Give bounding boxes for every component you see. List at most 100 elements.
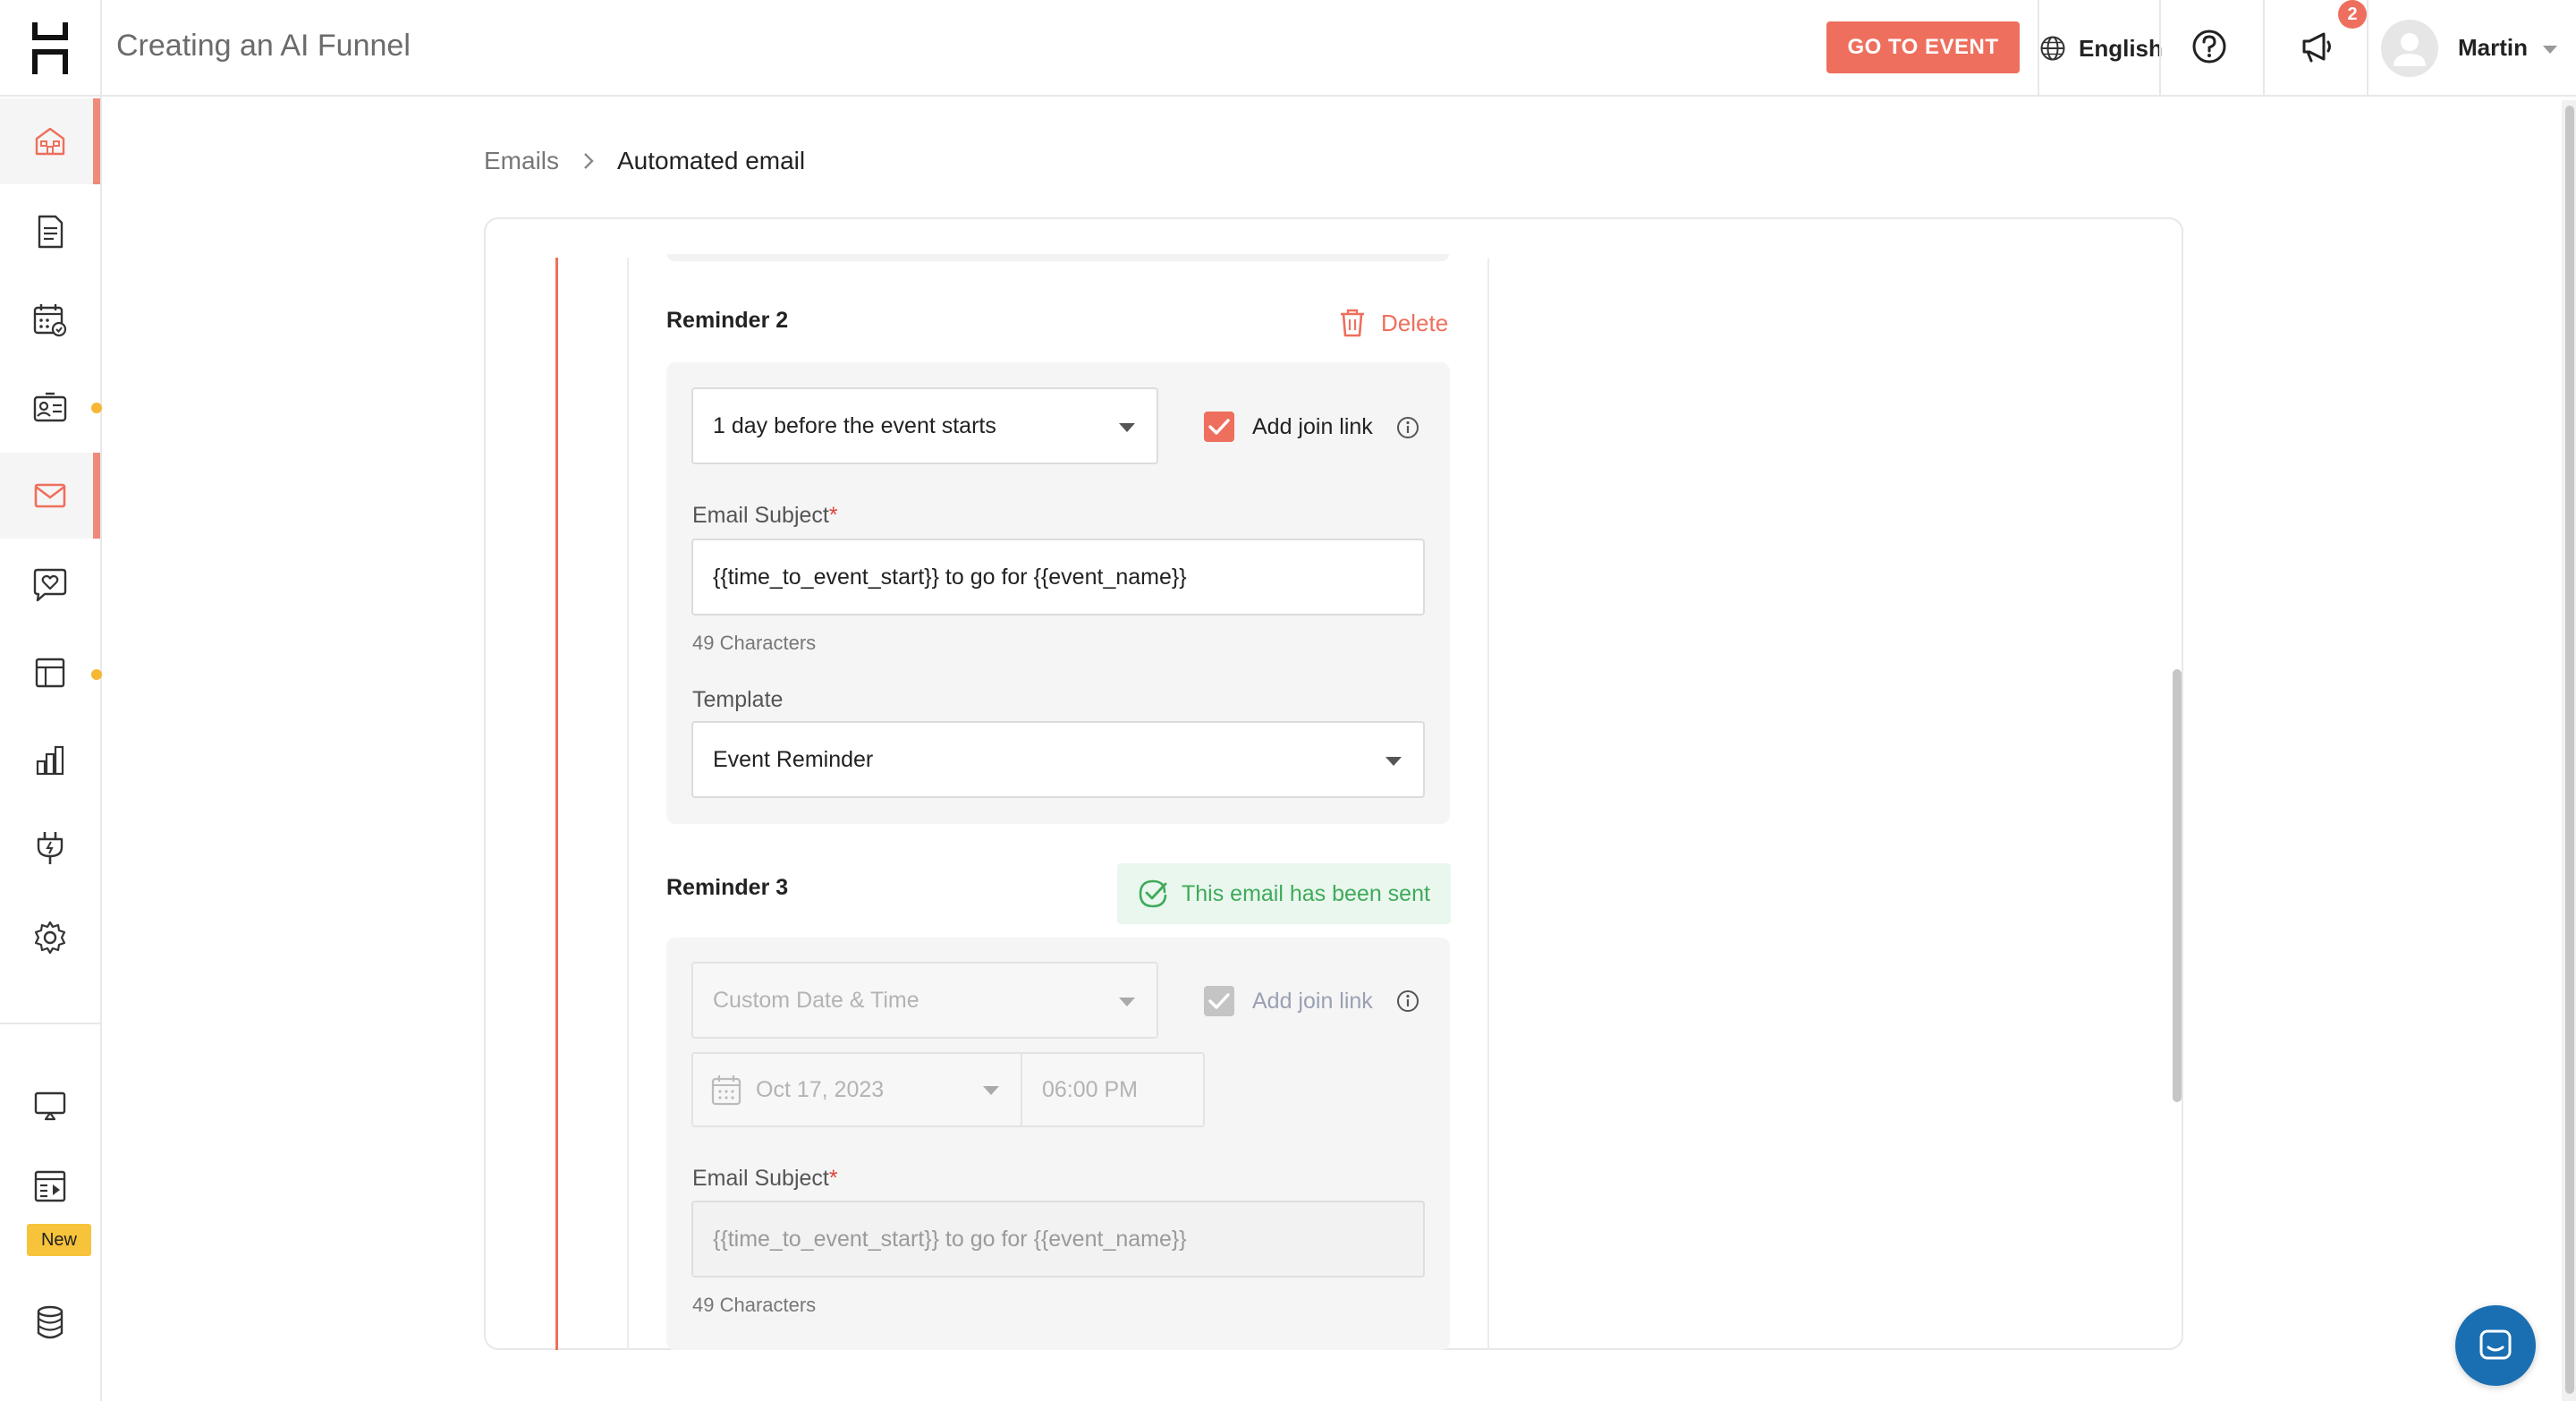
document-icon — [38, 215, 64, 249]
user-icon — [2394, 33, 2426, 66]
caret-down-icon — [983, 1086, 999, 1095]
chat-support-button[interactable] — [2455, 1305, 2536, 1386]
sidebar-item-settings[interactable] — [0, 895, 100, 981]
language-selector[interactable]: English — [2039, 25, 2163, 72]
reminder-3-subject-input: {{time_to_event_start}} to go for {{even… — [691, 1201, 1425, 1278]
required-mark: * — [828, 503, 838, 528]
heart-chat-icon — [33, 568, 67, 602]
home-icon — [35, 127, 65, 156]
sidebar-item-home[interactable] — [0, 98, 100, 184]
reminder-3-title: Reminder 3 — [666, 875, 789, 900]
checkmark-icon — [1208, 993, 1230, 1009]
user-name[interactable]: Martin — [2458, 34, 2528, 62]
reminder-3-timing-select: Custom Date & Time — [691, 962, 1158, 1039]
email-icon — [34, 483, 66, 508]
trash-icon — [1341, 309, 1364, 337]
sidebar: New — [0, 97, 102, 1401]
new-badge: New — [27, 1224, 91, 1256]
presentation-icon — [34, 1091, 66, 1121]
card-scrollbar[interactable] — [2173, 669, 2182, 1102]
contacts-notification-dot — [91, 403, 102, 413]
logo-icon — [32, 22, 68, 74]
divider — [2367, 0, 2368, 97]
sidebar-item-contacts[interactable] — [0, 365, 100, 451]
notification-badge: 2 — [2338, 0, 2367, 29]
timing-value: Custom Date & Time — [713, 987, 919, 1013]
reminder-2-char-count: 49 Characters — [692, 632, 817, 654]
help-button[interactable] — [2190, 27, 2229, 71]
language-label: English — [2079, 34, 2163, 62]
avatar[interactable] — [2381, 20, 2438, 77]
reminder-3-time-input: 06:00 PM — [1022, 1052, 1205, 1127]
info-icon[interactable] — [1395, 415, 1420, 440]
caret-down-icon — [1119, 998, 1135, 1006]
breadcrumb-current: Automated email — [617, 147, 806, 174]
sidebar-item-emails[interactable] — [0, 453, 100, 539]
logo[interactable] — [0, 0, 102, 97]
settings-icon — [34, 921, 66, 955]
timeline-rail — [555, 258, 558, 1350]
megaphone-icon — [2302, 32, 2331, 63]
plug-icon — [37, 832, 64, 864]
required-mark: * — [828, 1166, 838, 1191]
reminder-2-template-label: Template — [692, 687, 784, 712]
analytics-icon — [36, 745, 64, 776]
chevron-right-icon — [584, 153, 594, 169]
sidebar-item-database[interactable] — [0, 1279, 100, 1365]
sidebar-item-presentations[interactable] — [0, 1063, 100, 1149]
reminder-3-join-link-checkbox — [1204, 986, 1234, 1016]
reminder-2-subject-input[interactable]: {{time_to_event_start}} to go for {{even… — [691, 539, 1425, 616]
reminder-3-date-input: Oct 17, 2023 — [691, 1052, 1022, 1127]
database-icon — [37, 1305, 64, 1339]
reminder-2-timing-select[interactable]: 1 day before the event starts — [691, 387, 1158, 464]
checkmark-icon — [1208, 419, 1230, 435]
column-divider — [627, 258, 629, 1350]
timing-value: 1 day before the event starts — [713, 412, 996, 438]
check-circle-icon — [1139, 879, 1167, 908]
calendar-icon — [33, 304, 67, 337]
divider — [2159, 0, 2161, 97]
calendar-icon — [711, 1075, 741, 1106]
previous-reminder-panel — [667, 254, 1449, 261]
caret-down-icon — [1385, 757, 1402, 766]
page-scrollbar[interactable] — [2565, 106, 2574, 1394]
divider — [2263, 0, 2265, 97]
reminder-3-char-count: 49 Characters — [692, 1294, 817, 1316]
media-layout-icon — [34, 1170, 66, 1202]
delete-label: Delete — [1381, 309, 1449, 336]
sidebar-item-schedule[interactable] — [0, 277, 100, 363]
column-divider — [1487, 258, 1489, 1350]
date-value: Oct 17, 2023 — [756, 1076, 885, 1102]
sidebar-item-pages[interactable] — [0, 630, 100, 716]
template-value: Event Reminder — [713, 746, 874, 772]
breadcrumb-emails-link[interactable]: Emails — [484, 147, 559, 175]
layout-icon — [35, 658, 65, 688]
help-icon — [2192, 30, 2226, 64]
reminder-3-subject-label: Email Subject* — [692, 1166, 838, 1191]
reminder-2-join-link-checkbox[interactable] — [1204, 412, 1234, 442]
email-sent-status: This email has been sent — [1117, 863, 1451, 924]
chevron-down-icon[interactable] — [2542, 45, 2558, 55]
globe-icon — [2040, 36, 2065, 61]
sent-status-text: This email has been sent — [1182, 880, 1430, 906]
page-title: Creating an AI Funnel — [116, 29, 411, 63]
sidebar-item-engagement[interactable] — [0, 542, 100, 628]
delete-reminder-button[interactable]: Delete — [1338, 308, 1448, 338]
sidebar-divider — [0, 1023, 100, 1024]
reminder-2-template-select[interactable]: Event Reminder — [691, 721, 1425, 798]
info-icon[interactable] — [1395, 989, 1420, 1014]
go-to-event-button[interactable]: GO TO EVENT — [1826, 21, 2020, 73]
reminder-2-title: Reminder 2 — [666, 308, 789, 333]
reminder-3-join-link-label: Add join link — [1252, 989, 1373, 1014]
caret-down-icon — [1119, 423, 1135, 432]
reminder-2-subject-label: Email Subject* — [692, 503, 838, 528]
pages-notification-dot — [91, 669, 102, 680]
sidebar-item-media[interactable] — [0, 1143, 100, 1229]
sidebar-item-analytics[interactable] — [0, 717, 100, 803]
chat-icon — [2479, 1329, 2512, 1360]
sidebar-item-integrations[interactable] — [0, 805, 100, 891]
top-bar: Creating an AI Funnel GO TO EVENT Englis… — [0, 0, 2576, 97]
announcements-button[interactable] — [2297, 27, 2336, 71]
sidebar-item-documents[interactable] — [0, 189, 100, 275]
reminder-2-join-link-label[interactable]: Add join link — [1252, 414, 1373, 440]
